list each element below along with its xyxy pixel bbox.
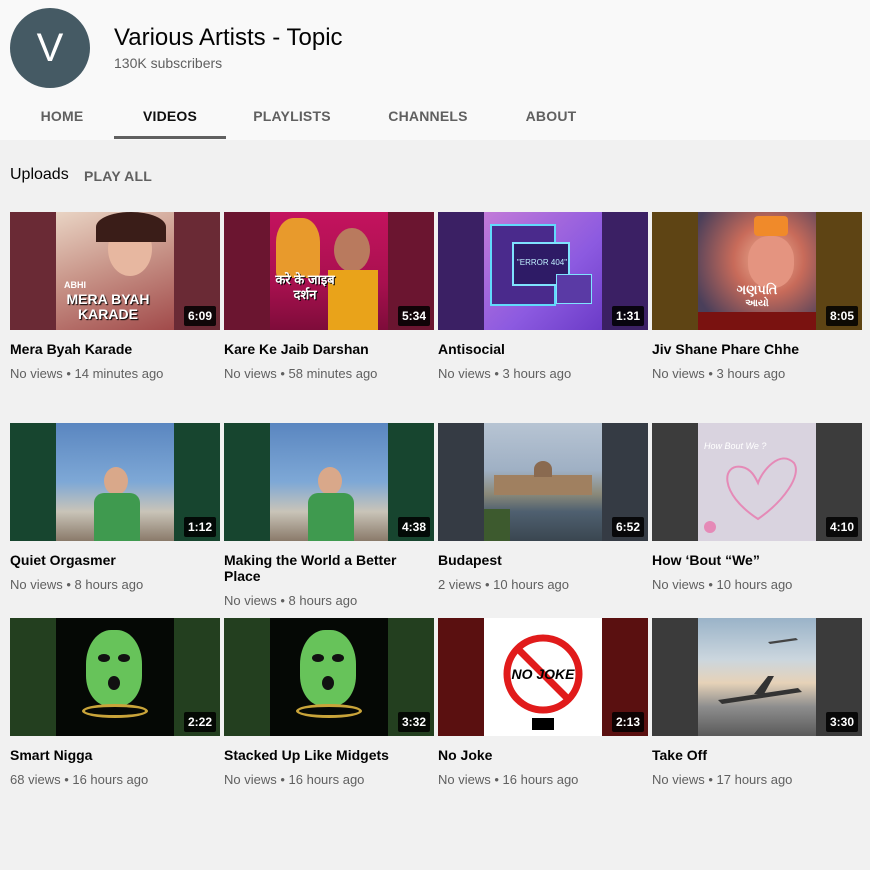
album-art: ABHI MERA BYAH KARADE [56,212,174,330]
art-small-label: ABHI [64,280,86,290]
video-thumbnail[interactable]: "ERROR 404" 1:31 [438,212,648,330]
video-thumbnail[interactable]: 3:32 [224,618,434,736]
video-thumbnail[interactable]: 2:22 [10,618,220,736]
video-title[interactable]: Take Off [652,747,862,763]
video-duration: 5:34 [397,306,430,326]
video-title[interactable]: Making the World a Better Place [224,552,434,584]
video-card[interactable]: 3:30 Take Off No views • 17 hours ago [652,618,862,787]
album-art [56,423,174,541]
video-meta: No views • 17 hours ago [652,772,793,787]
channel-name: Various Artists - Topic [114,24,343,51]
video-duration: 1:31 [611,306,644,326]
video-duration: 2:22 [183,712,216,732]
video-meta: No views • 3 hours ago [438,366,572,381]
video-meta: No views • 8 hours ago [224,593,358,608]
video-duration: 6:09 [183,306,216,326]
art-small-label: આયો [745,298,769,309]
video-duration: 8:05 [825,306,858,326]
video-meta: No views • 16 hours ago [438,772,579,787]
video-duration: 1:12 [183,517,216,537]
album-art [484,423,602,541]
subscriber-count: 130K subscribers [114,55,223,71]
album-art: करे के जाइब दर्शन [270,212,388,330]
video-title[interactable]: Stacked Up Like Midgets [224,747,434,763]
channel-header: V Various Artists - Topic 130K subscribe… [0,0,870,140]
video-duration: 3:32 [397,712,430,732]
video-meta: No views • 8 hours ago [10,577,144,592]
video-thumbnail[interactable]: How Bout We ? 4:10 [652,423,862,541]
video-thumbnail[interactable]: ગણપતિ આયો 8:05 [652,212,862,330]
video-duration: 2:13 [611,712,644,732]
art-title-text: NO JOKE [511,666,575,682]
album-art [270,423,388,541]
video-card[interactable]: करे के जाइब दर्शन 5:34 Kare Ke Jaib Dars… [224,212,434,381]
video-thumbnail[interactable]: 4:38 [224,423,434,541]
section-title: Uploads [10,166,69,183]
album-art: "ERROR 404" [484,212,602,330]
video-thumbnail[interactable]: NO JOKE 2:13 [438,618,648,736]
video-title[interactable]: Budapest [438,552,648,568]
video-card[interactable]: 3:32 Stacked Up Like Midgets No views • … [224,618,434,787]
video-duration: 4:10 [825,517,858,537]
video-card[interactable]: ABHI MERA BYAH KARADE 6:09 Mera Byah Kar… [10,212,220,381]
video-meta: No views • 14 minutes ago [10,366,164,381]
art-title-text: "ERROR 404" [516,258,568,267]
video-duration: 4:38 [397,517,430,537]
video-meta: No views • 3 hours ago [652,366,786,381]
video-title[interactable]: Quiet Orgasmer [10,552,220,568]
video-thumbnail[interactable]: 3:30 [652,618,862,736]
album-art: NO JOKE [484,618,602,736]
album-art [270,618,388,736]
video-card[interactable]: How Bout We ? 4:10 How ‘Bout “We” No vie… [652,423,862,592]
video-meta: No views • 58 minutes ago [224,366,378,381]
video-card[interactable]: 2:22 Smart Nigga 68 views • 16 hours ago [10,618,220,787]
video-thumbnail[interactable]: 1:12 [10,423,220,541]
art-title-text: ગણપતિ [736,282,778,297]
album-art: How Bout We ? [698,423,816,541]
video-thumbnail[interactable]: करे के जाइब दर्शन 5:34 [224,212,434,330]
video-title[interactable]: No Joke [438,747,648,763]
channel-tabs: HOME VIDEOS PLAYLISTS CHANNELS ABOUT [0,92,870,140]
video-duration: 6:52 [611,517,644,537]
airplane-icon [718,638,802,704]
video-meta: 68 views • 16 hours ago [10,772,149,787]
play-all-button[interactable]: PLAY ALL [84,168,152,184]
video-title[interactable]: How ‘Bout “We” [652,552,862,568]
video-duration: 3:30 [825,712,858,732]
video-title[interactable]: Jiv Shane Phare Chhe [652,341,862,357]
tab-about[interactable]: ABOUT [516,92,586,140]
video-title[interactable]: Smart Nigga [10,747,220,763]
heart-icon [726,457,797,521]
video-title[interactable]: Kare Ke Jaib Darshan [224,341,434,357]
video-card[interactable]: ગણપતિ આયો 8:05 Jiv Shane Phare Chhe No v… [652,212,862,381]
video-thumbnail[interactable]: 6:52 [438,423,648,541]
art-title-text: करे के जाइब दर्शन [275,272,335,302]
video-card[interactable]: 4:38 Making the World a Better Place No … [224,423,434,608]
video-thumbnail[interactable]: ABHI MERA BYAH KARADE 6:09 [10,212,220,330]
album-art [698,618,816,736]
tab-channels[interactable]: CHANNELS [380,92,476,140]
channel-avatar[interactable]: V [10,8,90,88]
video-meta: No views • 16 hours ago [224,772,365,787]
video-card[interactable]: NO JOKE 2:13 No Joke No views • 16 hours… [438,618,648,787]
video-meta: No views • 10 hours ago [652,577,793,592]
tab-videos[interactable]: VIDEOS [114,92,226,140]
video-title[interactable]: Mera Byah Karade [10,341,220,357]
art-title-text: MERA BYAH KARADE [66,291,150,322]
video-card[interactable]: "ERROR 404" 1:31 Antisocial No views • 3… [438,212,648,381]
tab-home[interactable]: HOME [30,92,94,140]
video-title[interactable]: Antisocial [438,341,648,357]
album-art [56,618,174,736]
album-art: ગણપતિ આયો [698,212,816,330]
video-meta: 2 views • 10 hours ago [438,577,570,592]
video-card[interactable]: 6:52 Budapest 2 views • 10 hours ago [438,423,648,592]
tab-playlists[interactable]: PLAYLISTS [244,92,340,140]
video-card[interactable]: 1:12 Quiet Orgasmer No views • 8 hours a… [10,423,220,592]
